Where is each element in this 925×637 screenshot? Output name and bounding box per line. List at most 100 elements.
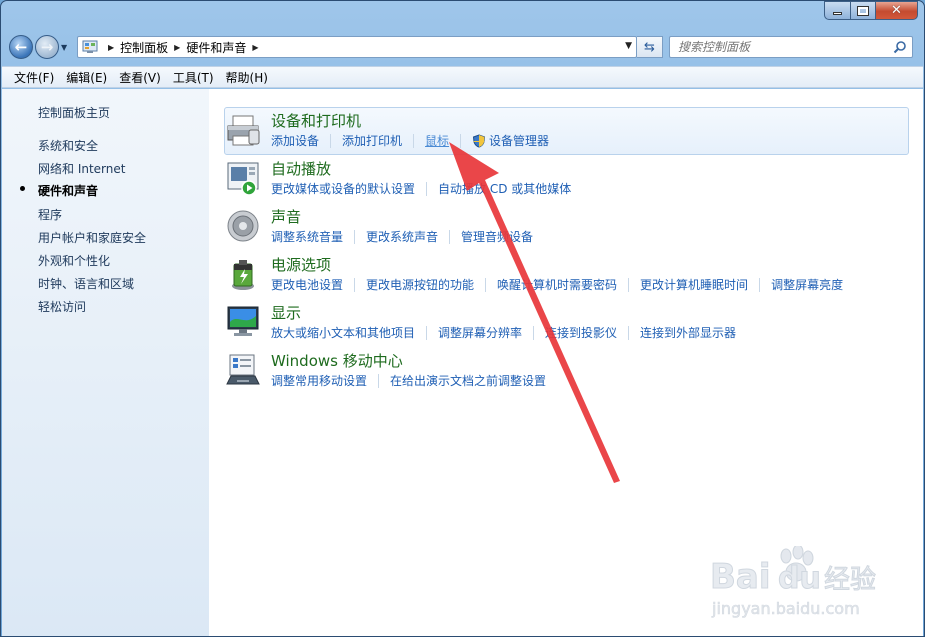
recent-pages-dropdown[interactable]: ▼ (61, 43, 73, 52)
link-sleep-time[interactable]: 更改计算机睡眠时间 (640, 276, 748, 293)
link-separator (426, 325, 428, 340)
category-links: 更改电池设置 更改电源按钮的功能 唤醒计算机时需要密码 更改计算机睡眠时间 调整… (271, 276, 843, 293)
watermark-logo: Bai du 经验 jingyan.baidu.com (710, 546, 877, 618)
address-bar[interactable]: ▶ 控制面板 ▶ 硬件和声音 ▶ ▼ (77, 36, 637, 58)
sidebar-item-network[interactable]: 网络和 Internet (38, 160, 125, 177)
link-separator (330, 133, 332, 148)
link-separator (628, 277, 630, 292)
link-separator (485, 277, 487, 292)
sidebar-item-hardware-sound: 硬件和声音 (38, 184, 99, 198)
close-icon: ✕ (891, 3, 902, 18)
link-screen-brightness[interactable]: 调整屏幕亮度 (771, 276, 843, 293)
sidebar-item-clock-language[interactable]: 时钟、语言和区域 (38, 275, 134, 292)
link-change-sounds[interactable]: 更改系统声音 (366, 228, 438, 245)
link-external-display[interactable]: 连接到外部显示器 (640, 324, 736, 341)
breadcrumb-control-panel[interactable]: 控制面板 (120, 39, 168, 56)
link-text-size[interactable]: 放大或缩小文本和其他项目 (271, 324, 415, 341)
link-change-media-defaults[interactable]: 更改媒体或设备的默认设置 (271, 180, 415, 197)
category-display: 显示 放大或缩小文本和其他项目 调整屏幕分辨率 连接到投影仪 连接到外部显示器 (225, 302, 915, 346)
address-dropdown-icon[interactable]: ▼ (625, 41, 632, 51)
sidebar: 控制面板主页 系统和安全 网络和 Internet 硬件和声音 程序 用户帐户和… (2, 89, 209, 636)
breadcrumb-hardware-sound[interactable]: 硬件和声音 (186, 39, 246, 56)
search-input[interactable] (678, 40, 878, 54)
control-panel-icon (82, 40, 98, 53)
link-device-manager[interactable]: 设备管理器 (489, 132, 549, 149)
category-title[interactable]: 电源选项 (271, 254, 331, 275)
link-add-printer[interactable]: 添加打印机 (342, 132, 402, 149)
sidebar-item-home[interactable]: 控制面板主页 (38, 104, 110, 121)
minimize-button[interactable] (824, 1, 850, 20)
mobility-center-icon (226, 354, 260, 385)
link-connect-projector[interactable]: 连接到投影仪 (545, 324, 617, 341)
category-links: 放大或缩小文本和其他项目 调整屏幕分辨率 连接到投影仪 连接到外部显示器 (271, 324, 736, 341)
minimize-icon (833, 12, 842, 15)
category-autoplay: 自动播放 更改媒体或设备的默认设置 自动播放 CD 或其他媒体 (225, 158, 915, 202)
link-separator (449, 229, 451, 244)
menu-view[interactable]: 查看(V) (113, 69, 167, 86)
link-add-device[interactable]: 添加设备 (271, 132, 319, 149)
control-panel-window: ✕ ← → ▼ ▶ 控制面板 ▶ 硬件和声音 ▶ ▼ ⇆ 搜索控制面板 文件(F… (0, 0, 925, 637)
link-separator (378, 373, 380, 388)
category-title[interactable]: 声音 (271, 206, 301, 227)
svg-text:du: du (778, 561, 821, 596)
search-icon[interactable] (893, 40, 907, 54)
sidebar-item-ease-of-access[interactable]: 轻松访问 (38, 298, 86, 315)
category-links: 调整系统音量 更改系统声音 管理音频设备 (271, 228, 533, 245)
link-manage-audio-devices[interactable]: 管理音频设备 (461, 228, 533, 245)
category-sound: 声音 调整系统音量 更改系统声音 管理音频设备 (225, 206, 915, 250)
link-wake-password[interactable]: 唤醒计算机时需要密码 (497, 276, 617, 293)
category-title[interactable]: Windows 移动中心 (271, 350, 403, 371)
link-separator (533, 325, 535, 340)
menu-tools[interactable]: 工具(T) (167, 69, 220, 86)
address-row: ← → ▼ ▶ 控制面板 ▶ 硬件和声音 ▶ ▼ ⇆ (9, 34, 918, 60)
sidebar-item-system-security[interactable]: 系统和安全 (38, 137, 98, 154)
link-mouse[interactable]: 鼠标 (425, 132, 449, 149)
category-title[interactable]: 设备和打印机 (271, 110, 361, 131)
search-box[interactable] (669, 36, 913, 58)
link-separator (628, 325, 630, 340)
maximize-button[interactable] (850, 1, 875, 20)
sidebar-item-programs[interactable]: 程序 (38, 206, 62, 223)
current-section-bullet (20, 186, 25, 191)
back-arrow-icon: ← (14, 38, 28, 56)
link-presentation-settings[interactable]: 在给出演示文档之前调整设置 (390, 372, 546, 389)
breadcrumb-separator[interactable]: ▶ (174, 43, 180, 52)
autoplay-icon (227, 162, 259, 196)
menu-help[interactable]: 帮助(H) (220, 69, 274, 86)
link-separator (354, 277, 356, 292)
printer-icon (227, 115, 260, 146)
caption-buttons: ✕ (824, 1, 918, 20)
refresh-icon: ⇆ (644, 39, 655, 55)
link-change-battery-settings[interactable]: 更改电池设置 (271, 276, 343, 293)
breadcrumb-separator[interactable]: ▶ (252, 43, 258, 52)
refresh-button[interactable]: ⇆ (637, 36, 663, 58)
category-title[interactable]: 自动播放 (271, 158, 331, 179)
category-links: 更改媒体或设备的默认设置 自动播放 CD 或其他媒体 (271, 180, 571, 197)
menu-edit[interactable]: 编辑(E) (60, 69, 113, 86)
sidebar-item-appearance[interactable]: 外观和个性化 (38, 252, 110, 269)
forward-arrow-icon: → (40, 38, 54, 56)
close-button[interactable]: ✕ (875, 1, 918, 20)
back-button[interactable]: ← (9, 35, 33, 59)
category-title[interactable]: 显示 (271, 302, 301, 323)
link-separator (460, 133, 462, 148)
category-devices-printers: 设备和打印机 添加设备 添加打印机 鼠标 设备管理器 (225, 110, 915, 154)
svg-text:jingyan.baidu.com: jingyan.baidu.com (711, 599, 860, 618)
link-mobility-settings[interactable]: 调整常用移动设置 (271, 372, 367, 389)
monitor-icon (227, 306, 259, 336)
battery-icon (232, 260, 254, 290)
link-autoplay-cd[interactable]: 自动播放 CD 或其他媒体 (438, 180, 571, 197)
uac-shield-icon (473, 133, 486, 148)
category-links: 调整常用移动设置 在给出演示文档之前调整设置 (271, 372, 546, 389)
breadcrumb-separator[interactable]: ▶ (108, 43, 114, 52)
menu-file[interactable]: 文件(F) (8, 69, 60, 86)
svg-text:Bai: Bai (710, 557, 771, 597)
category-links: 添加设备 添加打印机 鼠标 设备管理器 (271, 132, 549, 149)
link-adjust-volume[interactable]: 调整系统音量 (271, 228, 343, 245)
maximize-icon (857, 5, 869, 16)
forward-button[interactable]: → (35, 35, 59, 59)
link-screen-resolution[interactable]: 调整屏幕分辨率 (438, 324, 522, 341)
sidebar-item-user-accounts[interactable]: 用户帐户和家庭安全 (38, 229, 146, 246)
link-separator (413, 133, 415, 148)
link-power-buttons[interactable]: 更改电源按钮的功能 (366, 276, 474, 293)
